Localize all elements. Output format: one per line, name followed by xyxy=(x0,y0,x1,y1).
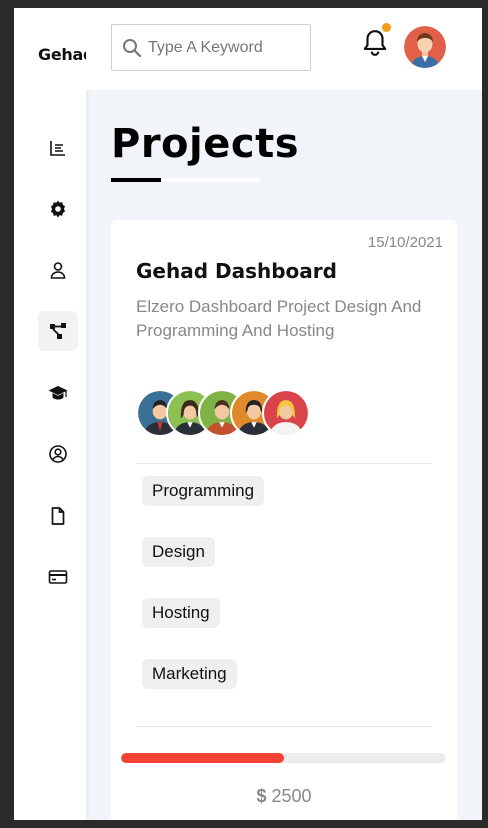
page-title: Projects xyxy=(111,121,300,167)
page: Gehad Type A Keyword Projects 15/10/2021… xyxy=(14,8,482,820)
search-box xyxy=(111,24,311,71)
card-divider xyxy=(136,463,432,464)
diagram-icon xyxy=(50,323,66,339)
sidebar-item-projects[interactable] xyxy=(38,311,78,351)
project-price: $ 2500 xyxy=(111,786,457,807)
tag-programming[interactable]: Programming xyxy=(142,476,265,506)
project-title: Gehad Dashboard xyxy=(136,259,337,283)
title-underline xyxy=(111,178,161,182)
search-icon xyxy=(123,38,142,57)
price-value: 2500 xyxy=(271,786,312,806)
graduation-cap-icon xyxy=(48,386,68,400)
sidebar-item-files[interactable] xyxy=(38,496,78,536)
avatar-image xyxy=(264,391,308,435)
user-icon xyxy=(50,262,66,279)
sidebar-item-friends[interactable] xyxy=(38,434,78,474)
project-date: 15/10/2021 xyxy=(367,234,443,251)
sidebar-item-dashboard[interactable] xyxy=(38,128,78,168)
search-input[interactable] xyxy=(148,38,298,57)
team-member-avatar[interactable] xyxy=(262,389,310,437)
gear-icon xyxy=(50,200,66,218)
credit-card-icon xyxy=(48,570,68,584)
file-icon xyxy=(51,507,65,525)
notifications-button[interactable] xyxy=(362,22,392,58)
notification-dot xyxy=(381,22,392,33)
sidebar: Gehad xyxy=(14,8,94,820)
avatar-image xyxy=(404,26,446,68)
card-divider xyxy=(136,726,432,727)
user-avatar[interactable] xyxy=(404,26,446,68)
currency-symbol: $ xyxy=(256,786,267,806)
user-circle-icon xyxy=(49,445,67,463)
team-avatars xyxy=(136,389,336,439)
sidebar-item-settings[interactable] xyxy=(38,189,78,229)
top-header xyxy=(86,8,482,90)
tag-design[interactable]: Design xyxy=(142,537,215,567)
chart-icon xyxy=(50,141,65,156)
sidebar-item-profile[interactable] xyxy=(38,250,78,290)
progress-fill xyxy=(121,753,284,763)
progress-bar xyxy=(121,753,446,763)
project-description: Elzero Dashboard Project Design And Prog… xyxy=(136,297,422,340)
sidebar-item-plans[interactable] xyxy=(38,557,78,597)
tag-marketing[interactable]: Marketing xyxy=(142,659,237,689)
sidebar-item-courses[interactable] xyxy=(38,373,78,413)
project-card: 15/10/2021 Gehad Dashboard Elzero Dashbo… xyxy=(111,220,457,820)
tag-hosting[interactable]: Hosting xyxy=(142,598,220,628)
